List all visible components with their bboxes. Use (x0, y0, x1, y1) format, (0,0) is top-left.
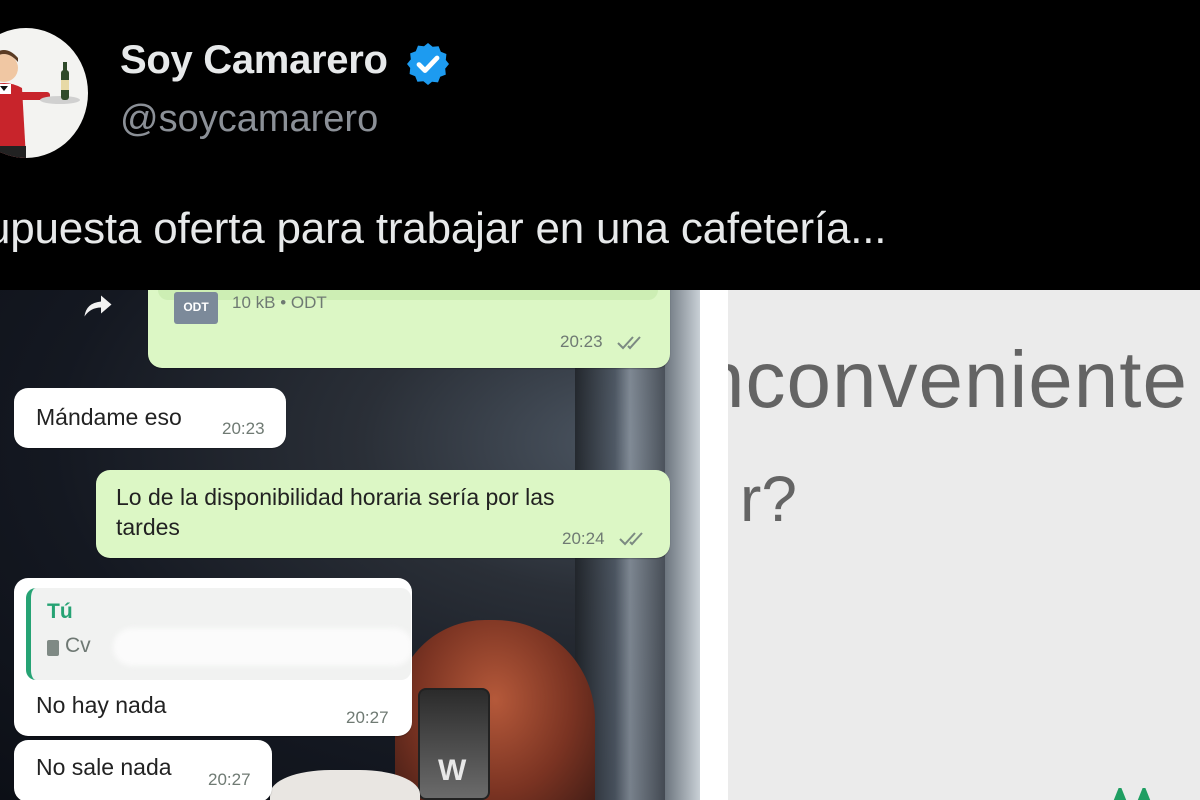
message-time: 20:27 (346, 708, 389, 727)
white-clothing (270, 770, 420, 800)
message-time: 20:23 (560, 332, 603, 351)
file-meta: 10 kB • ODT (232, 293, 327, 312)
double-check-icon (617, 336, 641, 350)
forward-icon[interactable] (80, 290, 116, 324)
message-text: No sale nada (36, 754, 172, 780)
incoming-message-bubble[interactable]: Mándame eso 20:23 (14, 388, 286, 448)
quoted-message[interactable]: Tú Cv (26, 588, 411, 680)
green-text-fragment (1113, 788, 1151, 800)
message-text: Mándame eso (36, 404, 182, 430)
document-icon: ODT (174, 292, 218, 324)
window-post (665, 290, 700, 800)
message-text-line: tardes (116, 514, 180, 540)
message-time: 20:23 (222, 419, 265, 438)
verified-badge-icon (407, 43, 449, 85)
message-text-line: Lo de la disponibilidad horaria sería po… (116, 484, 555, 510)
mirror-phone: W (418, 688, 490, 800)
file-message-bubble[interactable]: ODT 10 kB • ODT 20:23 (148, 290, 670, 368)
redaction-blur (113, 628, 411, 666)
phone-logo-icon: W (438, 754, 467, 787)
zoomed-word: nconveniente (728, 335, 1188, 424)
waiter-illustration (0, 50, 80, 158)
message-text: No hay nada (36, 692, 167, 718)
zoomed-text-image[interactable]: nconveniente r? (728, 290, 1200, 800)
media-divider (700, 290, 728, 800)
display-name[interactable]: Soy Camarero (120, 38, 388, 83)
outgoing-message-bubble[interactable]: Lo de la disponibilidad horaria sería po… (96, 470, 670, 558)
document-icon (47, 640, 59, 656)
message-time: 20:27 (208, 770, 251, 789)
tweet-media[interactable]: W ODT 10 kB • ODT 20:23 Mándame eso 20:2… (0, 290, 1200, 800)
incoming-reply-bubble[interactable]: Tú Cv No hay nada 20:27 (14, 578, 412, 736)
message-time: 20:24 (562, 529, 605, 548)
tweet-header: Soy Camarero @soycamarero upuesta oferta… (0, 0, 1200, 290)
tweet-text: upuesta oferta para trabajar en una cafe… (0, 204, 887, 253)
quoted-author: Tú (47, 600, 73, 623)
user-handle[interactable]: @soycamarero (120, 98, 378, 141)
incoming-message-bubble[interactable]: No sale nada 20:27 (14, 740, 272, 800)
chat-screenshot-image[interactable]: W ODT 10 kB • ODT 20:23 Mándame eso 20:2… (0, 290, 700, 800)
double-check-icon (619, 532, 643, 546)
zoomed-question: r? (740, 463, 797, 535)
avatar[interactable] (0, 28, 88, 158)
quoted-file-name: Cv (65, 634, 91, 657)
